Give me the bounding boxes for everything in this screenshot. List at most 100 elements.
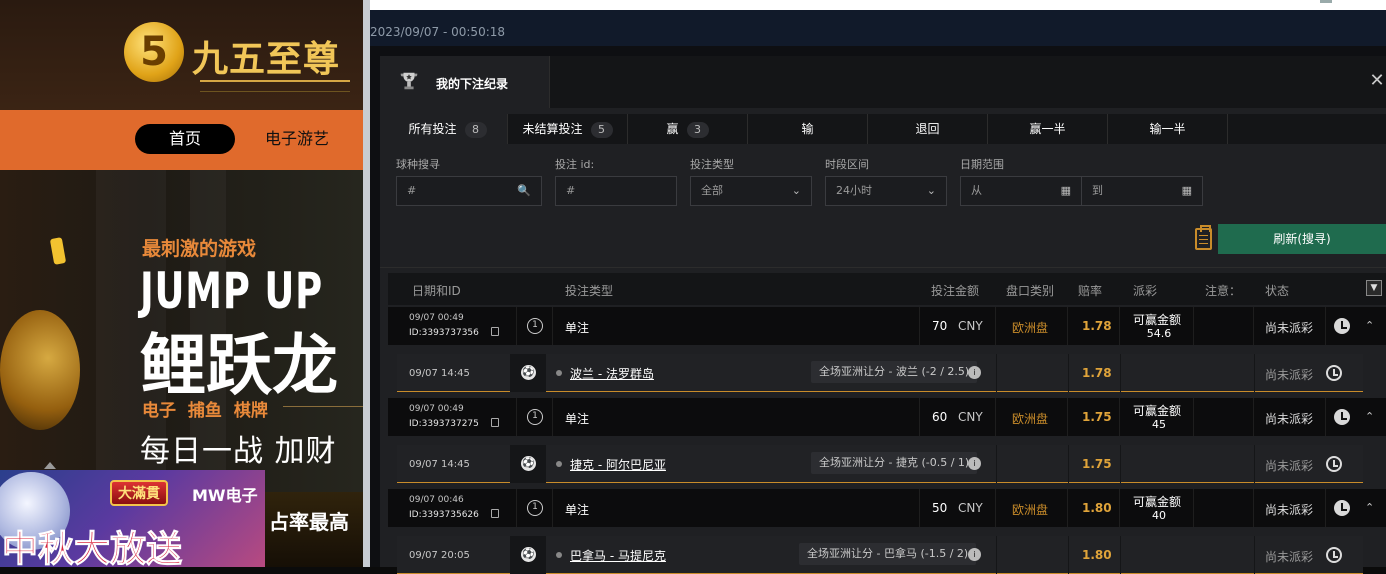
date-to-input[interactable]: 到 ▦: [1081, 176, 1203, 206]
bet-id-placeholder: #: [566, 184, 576, 197]
divider: [996, 445, 997, 483]
copy-icon[interactable]: [491, 509, 499, 518]
close-icon[interactable]: ✕: [1368, 72, 1386, 90]
bet-type-select[interactable]: 全部 ⌄: [690, 176, 812, 206]
tab-all-bets[interactable]: 所有投注 8: [388, 114, 508, 144]
brand-name[interactable]: 九五至尊: [192, 30, 340, 82]
promo-website: 5 九五至尊 首页 电子游艺 最刺激的游戏 JUMP UP 鲤跃龙 电子 捕鱼 …: [0, 0, 363, 567]
chevron-up-icon[interactable]: ⌃: [1365, 319, 1374, 332]
site-header: 5 九五至尊: [0, 0, 363, 110]
sport-search-input[interactable]: # 🔍: [396, 176, 542, 206]
collapse-all-icon[interactable]: ▼: [1366, 280, 1382, 296]
copy-icon[interactable]: [491, 327, 499, 336]
bet-history-panel: 我的下注纪录 ✕ 所有投注 8 未结算投注 5 赢3 输 退回 赢一半 输一半 球种…: [380, 56, 1386, 574]
site-nav: 首页 电子游艺: [0, 110, 363, 170]
match-link[interactable]: 波兰 - 法罗群岛: [570, 365, 654, 382]
col-date-id: 日期和ID: [412, 284, 461, 298]
bet-row[interactable]: 09/07 00:49 ID:3393737356 1 单注 70 CNY 欧洲…: [388, 307, 1386, 345]
tab-my-bets[interactable]: 我的下注纪录: [380, 56, 550, 108]
leg-status: 尚未派彩: [1265, 368, 1314, 382]
gold-bar-icon: [49, 237, 67, 265]
date-range-label: 日期范围: [960, 158, 1004, 171]
minimize-icon[interactable]: [1320, 0, 1332, 3]
refresh-search-button[interactable]: 刷新(搜寻): [1218, 224, 1386, 254]
hero-categories: 电子 捕鱼 棋牌: [142, 401, 268, 421]
clock-icon: [1334, 409, 1350, 425]
tab-half-lost[interactable]: 输一半: [1108, 114, 1228, 144]
tab-label: 未结算投注: [522, 122, 583, 136]
nav-home[interactable]: 首页: [135, 124, 235, 154]
bet-row[interactable]: 09/07 00:49 ID:3393737275 1 单注 60 CNY 欧洲…: [388, 398, 1386, 436]
tab-count-badge: 5: [590, 122, 613, 138]
bet-row[interactable]: 09/07 00:46 ID:3393735626 1 单注 50 CNY 欧洲…: [388, 489, 1386, 527]
info-icon[interactable]: i: [968, 457, 981, 470]
bet-id: ID:3393735626: [409, 510, 479, 520]
period-value: 24小时: [836, 184, 872, 197]
bet-market: 欧洲盘: [1012, 412, 1049, 426]
scroll-up-icon[interactable]: [44, 462, 56, 469]
tab-label: 退回: [915, 122, 940, 136]
divider: [1068, 445, 1069, 483]
timestamp-bar: 2023/09/07 - 00:50:18: [370, 10, 1386, 46]
tab-half-won[interactable]: 赢一半: [988, 114, 1108, 144]
bet-status: 尚未派彩: [1265, 503, 1314, 517]
period-select[interactable]: 24小时 ⌄: [825, 176, 947, 206]
period-label: 时段区间: [825, 158, 869, 171]
col-payout: 派彩: [1133, 284, 1158, 298]
copy-icon[interactable]: [491, 418, 499, 427]
chevron-up-icon[interactable]: ⌃: [1365, 410, 1374, 423]
col-bet-type: 投注类型: [565, 284, 614, 298]
win-amount: 40: [1152, 509, 1166, 522]
window-divider: [363, 0, 370, 567]
bet-type-cell: [553, 489, 920, 527]
divider: [996, 536, 997, 574]
info-icon[interactable]: i: [968, 366, 981, 379]
tab-refund[interactable]: 退回: [868, 114, 988, 144]
bet-window: 2023/09/07 - 00:50:18 我的下注纪录 ✕ 所有投注 8 未结算…: [370, 0, 1386, 574]
info-icon[interactable]: i: [968, 548, 981, 561]
bet-type-cell: [553, 398, 920, 436]
search-icon[interactable]: 🔍: [517, 177, 531, 205]
calendar-icon[interactable]: ▦: [1182, 177, 1192, 205]
divider: [1254, 445, 1255, 483]
hero-title-cn: 鲤跃龙: [140, 327, 338, 404]
tab-label: 赢一半: [1029, 122, 1066, 136]
match-link[interactable]: 捷克 - 阿尔巴尼亚: [570, 456, 666, 473]
bet-count-icon: 1: [527, 409, 543, 425]
panel-header: 我的下注纪录 ✕: [380, 56, 1386, 108]
bet-type: 单注: [565, 412, 590, 426]
bet-date: 09/07 00:49: [409, 404, 464, 414]
tab-lost[interactable]: 输: [748, 114, 868, 144]
tab-won[interactable]: 赢3: [628, 114, 748, 144]
divider: [1254, 536, 1255, 574]
clock-icon: [1326, 456, 1342, 472]
sport-icon-cell: ⚽: [510, 536, 546, 574]
tab-unsettled[interactable]: 未结算投注 5: [508, 114, 628, 144]
brand-logo-icon[interactable]: 5: [124, 22, 184, 82]
chevron-up-icon[interactable]: ⌃: [1365, 501, 1374, 514]
calendar-icon[interactable]: ▦: [1061, 177, 1071, 205]
date-from-input[interactable]: 从 ▦: [960, 176, 1082, 206]
bet-currency: CNY: [958, 501, 983, 515]
tab-label: 输一半: [1149, 122, 1186, 136]
bet-type: 单注: [565, 321, 590, 335]
clipboard-icon[interactable]: [1195, 225, 1212, 250]
logo-ornament: [200, 80, 350, 92]
promo-popup[interactable]: 大滿貫 MW电子 中秋大放送: [0, 470, 265, 567]
bet-odds: 1.80: [1082, 501, 1112, 515]
col-market: 盘口类别: [1006, 284, 1055, 298]
bullet-icon: [556, 461, 562, 467]
tab-count-badge: 8: [464, 122, 487, 138]
bet-date: 09/07 00:49: [409, 313, 464, 323]
nav-egames[interactable]: 电子游艺: [265, 124, 329, 154]
win-label: 可赢金额: [1133, 313, 1182, 327]
match-link[interactable]: 巴拿马 - 马提尼克: [570, 547, 666, 564]
bet-status: 尚未派彩: [1265, 321, 1314, 335]
promo-title: 中秋大放送: [1, 528, 183, 568]
leg-odds: 1.78: [1082, 366, 1112, 380]
leg-status: 尚未派彩: [1265, 459, 1314, 473]
bet-id-input[interactable]: #: [555, 176, 677, 206]
col-note: 注意：: [1205, 284, 1242, 298]
hero-divider: [283, 406, 363, 407]
bet-amount: 60: [932, 410, 948, 424]
